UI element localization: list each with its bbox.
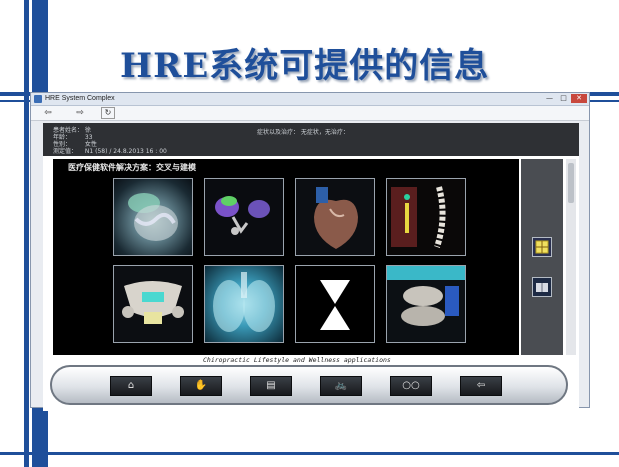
app-icon — [34, 95, 42, 103]
pelvis-icon — [122, 281, 184, 324]
forward-button[interactable]: ⇨ — [73, 107, 87, 119]
app-body: 患者姓名： 徐 年龄： 33 性别： 女性 测定值： N1 (58) / 24.… — [43, 123, 579, 411]
close-button[interactable]: ✕ — [571, 94, 587, 103]
book-button[interactable] — [532, 277, 552, 297]
maximize-button[interactable]: □ — [557, 94, 570, 103]
symptoms-text: 症状以及治疗： 无症状，无治疗： — [257, 129, 349, 136]
scrollbar-thumb[interactable] — [568, 163, 574, 203]
target-icon — [535, 240, 549, 254]
chart-button[interactable]: ▤ — [250, 376, 292, 396]
app-window: HRE System Complex — □ ✕ ⇦ ⇨ ↻ 患者姓名： 徐 年… — [30, 92, 590, 411]
window-title: HRE System Complex — [45, 95, 115, 102]
brain-icon — [215, 196, 270, 235]
patient-info-panel: 患者姓名： 徐 年龄： 33 性别： 女性 测定值： N1 (58) / 24.… — [43, 123, 579, 156]
hand-button[interactable]: ✋ — [180, 376, 222, 396]
lungs-icon — [213, 272, 275, 332]
anatomy-panel: 医疗保健软件解决方案：交叉与建模 — [53, 159, 519, 355]
side-tool-panel — [521, 159, 563, 355]
tile-digestive-organs[interactable] — [113, 178, 193, 256]
back-arrow-button[interactable]: ⇦ — [460, 376, 502, 396]
heart-icon — [314, 187, 358, 249]
rings-button[interactable]: ○○ — [390, 376, 432, 396]
bottom-decor-line — [0, 452, 619, 455]
test-value: N1 (58) / 24.8.2013 16 : 00 — [84, 148, 167, 155]
vertical-scrollbar[interactable] — [566, 159, 576, 355]
tile-heart[interactable] — [295, 178, 375, 256]
window-titlebar[interactable]: HRE System Complex — □ ✕ — [31, 93, 589, 106]
target-button[interactable] — [532, 237, 552, 257]
back-button[interactable]: ⇦ — [41, 107, 55, 119]
tile-hourglass[interactable] — [295, 265, 375, 343]
left-decor-bar-outer — [24, 0, 29, 467]
bicycle-button[interactable]: 🚲 — [320, 376, 362, 396]
tile-brain[interactable] — [204, 178, 284, 256]
minimize-button[interactable]: — — [543, 94, 556, 103]
tile-pelvis[interactable] — [113, 265, 193, 343]
browser-toolbar: ⇦ ⇨ ↻ — [31, 106, 589, 121]
tile-lungs[interactable] — [204, 265, 284, 343]
vertebrae-icon — [387, 266, 465, 326]
home-button[interactable]: ⌂ — [110, 376, 152, 396]
hourglass-icon — [320, 280, 350, 330]
tile-vertebrae[interactable] — [386, 265, 466, 343]
slide-title: HRE系统可提供的信息 — [120, 46, 490, 86]
test-value-label: 测定值： — [53, 148, 78, 155]
book-icon — [536, 283, 548, 292]
refresh-button[interactable]: ↻ — [101, 107, 115, 119]
spine-nerves-icon — [391, 186, 446, 248]
tile-spine-nerves[interactable] — [386, 178, 466, 256]
bottom-dock: ⌂ ✋ ▤ 🚲 ○○ ⇦ — [50, 365, 568, 405]
digestive-organs-icon — [128, 193, 178, 241]
footer-caption: Chiropractic Lifestyle and Wellness appl… — [203, 356, 391, 364]
content-title: 医疗保健软件解决方案：交叉与建模 — [68, 163, 196, 172]
